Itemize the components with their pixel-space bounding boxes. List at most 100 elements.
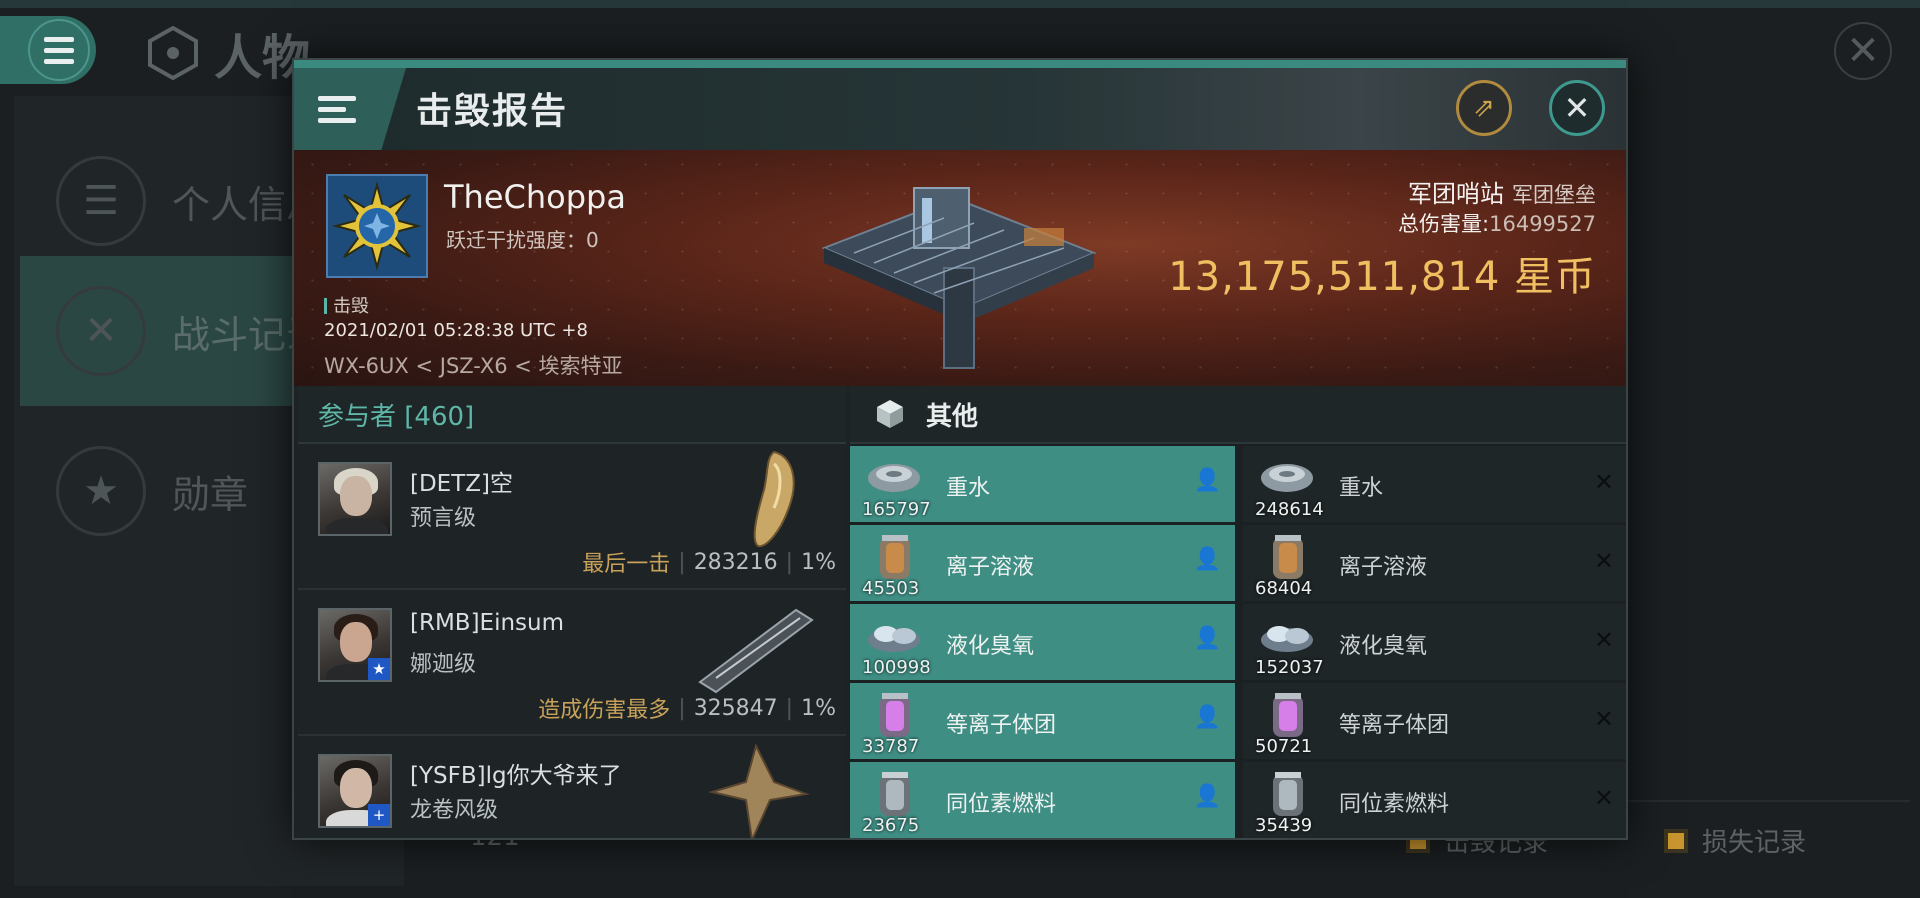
participant-row[interactable]: ★ [RMB]Einsum 娜迦级 造成伤害最多 | 325847 | 1% [298, 590, 846, 736]
star-icon: ★ [368, 658, 390, 680]
kill-timestamp: 2021/02/01 05:28:38 UTC +8 [324, 320, 588, 341]
item-name: 液化臭氧 [946, 634, 1035, 659]
heavy-water-icon [868, 464, 920, 492]
item-quantity: 50721 [1255, 736, 1313, 757]
participant-stats: 造成伤害最多 | 325847 | 1% [538, 692, 836, 724]
other-items-header: 其他 [850, 386, 1626, 444]
plasma-icon [880, 693, 910, 737]
ion-solution-icon [880, 535, 910, 579]
plasma-icon [1273, 693, 1303, 737]
item-destroyed[interactable]: 152037 液化臭氧 ✕ [1243, 604, 1626, 680]
item-name: 同位素燃料 [946, 792, 1057, 817]
item-dropped[interactable]: 45503 离子溶液 👤 [850, 525, 1235, 601]
destroyed-x-icon: ✕ [1593, 547, 1614, 575]
destroyed-x-icon: ✕ [1593, 705, 1614, 733]
item-name: 液化臭氧 [1339, 634, 1428, 659]
participant-ship: 龙卷风级 [410, 798, 499, 823]
item-destroyed[interactable]: 35439 同位素燃料 ✕ [1243, 762, 1626, 838]
item-quantity: 248614 [1255, 499, 1324, 520]
participant-name: [YSFB]lg你大爷来了 [410, 763, 622, 789]
participant-row[interactable]: [DETZ]空 预言级 最后一击 | 283216 | 1% [298, 444, 846, 590]
person-icon: 👤 [1193, 705, 1221, 730]
background-menu-button[interactable] [0, 16, 96, 84]
avatar: + [318, 754, 392, 828]
person-icon: 👤 [1193, 468, 1221, 493]
share-button[interactable]: ⇗ [1456, 80, 1512, 136]
final-blow-tag: 最后一击 [582, 552, 671, 577]
item-destroyed[interactable]: 50721 等离子体团 ✕ [1243, 683, 1626, 759]
item-destroyed[interactable]: 248614 重水 ✕ [1243, 446, 1626, 522]
item-dropped[interactable]: 23675 同位素燃料 👤 [850, 762, 1235, 838]
avatar [318, 462, 392, 536]
other-items-panel: 其他 165797 重水 👤 248614 重水 ✕ 45503 离子溶液 👤 [850, 386, 1626, 838]
item-name: 离子溶液 [1339, 555, 1428, 580]
background-top-bar [0, 0, 1920, 8]
isk-value: 13,175,511,814 星币 [1168, 254, 1596, 300]
sun-emblem-icon [332, 181, 422, 271]
items-grid: 165797 重水 👤 248614 重水 ✕ 45503 离子溶液 👤 684… [850, 446, 1626, 838]
kill-location[interactable]: WX-6UX < JSZ-X6 < 埃索特亚 [324, 350, 623, 380]
participant-row[interactable]: + [YSFB]lg你大爷来了 龙卷风级 [298, 736, 846, 838]
list-icon: ☰ [56, 156, 146, 246]
item-quantity: 68404 [1255, 578, 1313, 599]
filter-label: 损失记录 [1702, 828, 1807, 858]
participants-header: 参与者 [460] [298, 386, 846, 444]
ship-icon [698, 608, 814, 694]
ozone-icon [1261, 626, 1313, 652]
participant-ship: 娜迦级 [410, 652, 477, 677]
filter-loss-records[interactable]: 损失记录 [1664, 822, 1806, 859]
menu-icon [318, 95, 356, 123]
avatar: ★ [318, 608, 392, 682]
corporation-logo[interactable] [326, 174, 428, 278]
warp-jam-strength: 跃迁干扰强度：0 [446, 228, 599, 252]
person-icon: 👤 [1193, 784, 1221, 809]
modal-accent-line [294, 60, 1626, 68]
participants-panel: 参与者 [460] [DETZ]空 预言级 最后一击 | 283216 | 1% [298, 386, 846, 838]
item-quantity: 35439 [1255, 815, 1313, 836]
ship-icon [753, 450, 795, 548]
cube-icon [877, 400, 903, 428]
sidebar-item-label: 勋章 [172, 472, 249, 517]
menu-icon [28, 19, 90, 81]
destroyed-x-icon: ✕ [1593, 468, 1614, 496]
ion-solution-icon [1273, 535, 1303, 579]
background-close-icon[interactable]: ✕ [1834, 22, 1892, 80]
plus-icon: + [368, 804, 390, 826]
damage-percent: 1% [801, 695, 836, 721]
ship-class: 军团堡垒 [1512, 183, 1596, 207]
ozone-icon [868, 626, 920, 652]
participant-name: [RMB]Einsum [410, 610, 565, 636]
participant-ship: 预言级 [410, 506, 477, 531]
item-destroyed[interactable]: 68404 离子溶液 ✕ [1243, 525, 1626, 601]
item-dropped[interactable]: 33787 等离子体团 👤 [850, 683, 1235, 759]
share-icon: ⇗ [1473, 93, 1495, 123]
kill-label: 击毁 [324, 292, 369, 318]
victim-name[interactable]: TheChoppa [444, 178, 626, 216]
close-icon: ✕ [1563, 89, 1591, 127]
modal-title: 击毁报告 [416, 91, 569, 132]
kill-report-modal: 击毁报告 ⇗ ✕ TheChoppa 跃迁干扰强度：0 击毁 2021/02/0… [292, 58, 1628, 840]
kill-label-text: 击毁 [333, 296, 369, 317]
item-name: 离子溶液 [946, 555, 1035, 580]
ship-type-name: 军团哨站 [1408, 180, 1504, 208]
other-items-title: 其他 [926, 401, 979, 432]
item-name: 等离子体团 [1339, 713, 1450, 738]
checkbox-icon [1664, 828, 1688, 853]
person-icon: 👤 [1193, 626, 1221, 651]
participant-stats: 最后一击 | 283216 | 1% [582, 546, 836, 578]
item-quantity: 152037 [1255, 657, 1324, 678]
destroyed-x-icon: ✕ [1593, 784, 1614, 812]
damage-percent: 1% [801, 549, 836, 575]
item-dropped[interactable]: 100998 液化臭氧 👤 [850, 604, 1235, 680]
close-button[interactable]: ✕ [1549, 80, 1605, 136]
item-quantity: 45503 [862, 578, 920, 599]
top-damage-tag: 造成伤害最多 [538, 698, 671, 723]
person-icon: 👤 [1193, 547, 1221, 572]
crossed-swords-icon: ✕ [56, 286, 146, 376]
item-dropped[interactable]: 165797 重水 👤 [850, 446, 1235, 522]
total-damage-label: 总伤害量: [1398, 212, 1490, 236]
isotope-fuel-icon [1273, 772, 1303, 816]
item-quantity: 165797 [862, 499, 931, 520]
item-name: 等离子体团 [946, 713, 1057, 738]
ship-type: 军团哨站 军团堡垒 [1408, 174, 1596, 209]
